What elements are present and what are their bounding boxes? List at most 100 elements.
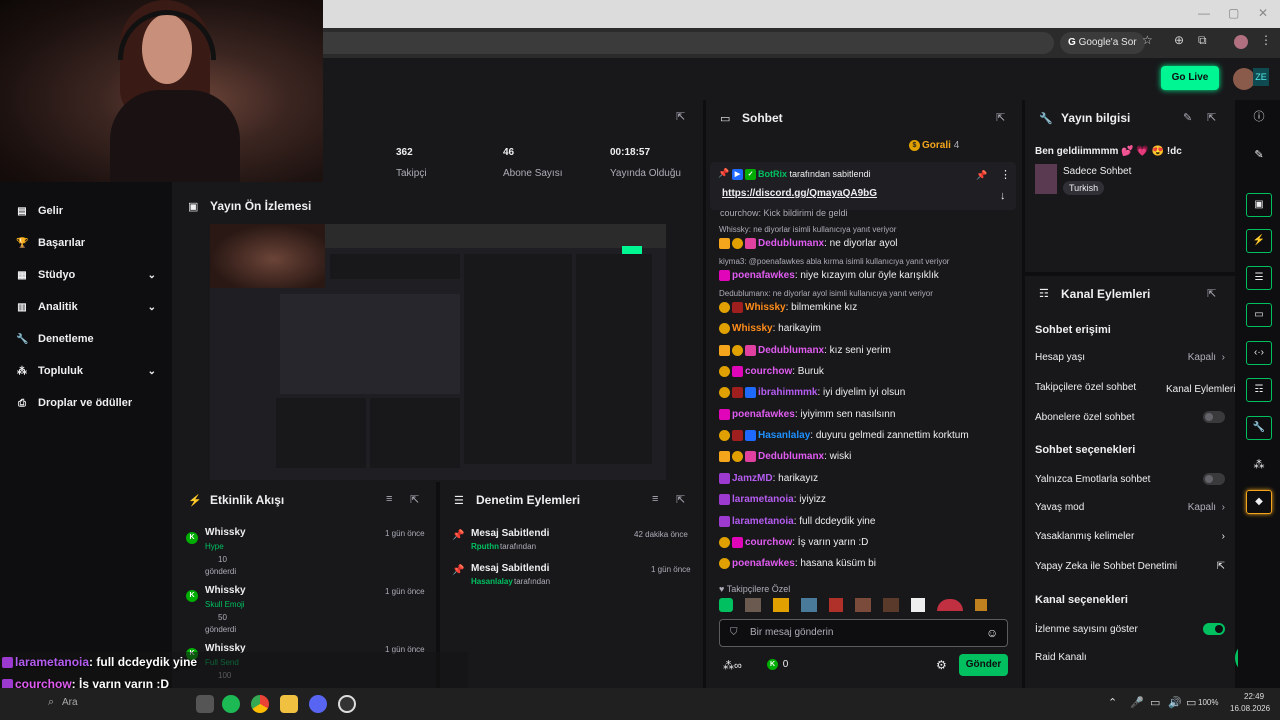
chat-message[interactable]: Hasanlalay: duyuru gelmedi zannettim kor…	[719, 430, 969, 441]
chat-username[interactable]: poenafawkes	[732, 409, 795, 420]
slow-mode-row[interactable]: Yavaş mod Kapalı ›	[1035, 502, 1225, 513]
subscriber-only-row[interactable]: Abonelere özel sohbet	[1035, 411, 1225, 423]
popout-icon[interactable]: ⇱	[676, 493, 685, 506]
chat-message[interactable]: poenafawkes: hasana küsüm bi	[719, 558, 876, 569]
edit-pencil-icon[interactable]: ✎	[1183, 111, 1192, 124]
banned-words-row[interactable]: Yasaklanmış kelimeler ›	[1035, 531, 1225, 542]
show-viewer-count-toggle[interactable]	[1203, 623, 1225, 635]
bookmark-star-icon[interactable]: ☆	[1142, 33, 1153, 47]
emoji-icon[interactable]: ☺	[986, 626, 998, 640]
taskbar-search[interactable]: Ara	[62, 697, 78, 708]
chat-message[interactable]: Whissky: harikayim	[719, 323, 821, 334]
chat-message[interactable]: ibrahimmmk: iyi diyelim iyi olsun	[719, 387, 905, 398]
chat-username[interactable]: Dedublumanx	[758, 345, 824, 356]
emote-6-icon[interactable]	[855, 598, 871, 612]
emote-8-icon[interactable]	[911, 598, 925, 612]
pinned-message[interactable]: 📌 ▶ ✓ BotRix tarafından sabitlendi https:/…	[710, 162, 1016, 210]
community-icon[interactable]: ⁂∞	[723, 659, 742, 672]
chat-message[interactable]: larametanoia: iyiyizz	[719, 494, 826, 505]
chat-username[interactable]: larametanoia	[732, 516, 794, 527]
popout-icon[interactable]: ⇱	[996, 111, 1005, 124]
sidebar-item[interactable]: 🔧 Denetleme	[16, 329, 156, 349]
emote-5-icon[interactable]	[829, 598, 843, 612]
emote-1-icon[interactable]	[719, 598, 733, 612]
popout-icon[interactable]: ⇱	[1207, 287, 1216, 300]
chat-username[interactable]: Whissky	[745, 302, 786, 313]
chat-message[interactable]: poenafawkes: iyiyimm sen nasılsınn	[719, 409, 895, 420]
battery-icon[interactable]: ▭	[1186, 696, 1196, 709]
sidebar-item[interactable]: ⎙ Droplar ve ödüller	[16, 393, 156, 413]
pinned-link[interactable]: https://discord.gg/QmayaQA9bG	[722, 188, 877, 199]
chat-toggle-icon[interactable]: ▭	[1246, 303, 1272, 327]
sidebar-item[interactable]: ▥ Analitik ⌄	[16, 297, 156, 317]
wrench-toggle-icon[interactable]: 🔧	[1246, 416, 1272, 440]
code-toggle-icon[interactable]: ‹·›	[1246, 341, 1272, 365]
preview-toggle-icon[interactable]: ▣	[1246, 193, 1272, 217]
chat-username[interactable]: larametanoia	[732, 494, 794, 505]
list-toggle-icon[interactable]: ☰	[1246, 266, 1272, 290]
chat-message[interactable]: courchow: Buruk	[719, 366, 824, 377]
modlog-user[interactable]: Hasanlalay	[471, 577, 513, 586]
chat-message[interactable]: Dedublumanx: wiski	[719, 451, 851, 462]
emote-9-icon[interactable]	[937, 599, 963, 611]
emote-4-icon[interactable]	[801, 598, 817, 612]
chat-username[interactable]: courchow	[745, 366, 792, 377]
filter-icon[interactable]: ≡	[652, 493, 658, 505]
minimize-icon[interactable]: —	[1198, 6, 1210, 20]
sidebar-item[interactable]: ▦ Stüdyo ⌄	[16, 265, 156, 285]
emote-7-icon[interactable]	[883, 598, 899, 612]
lightning-toggle-icon[interactable]: ⚡	[1246, 229, 1272, 253]
user-avatar[interactable]	[1233, 68, 1255, 90]
emote-10-icon[interactable]	[975, 599, 987, 611]
sidebar-item[interactable]: ⁂ Topluluk ⌄	[16, 361, 156, 381]
chat-username[interactable]: poenafawkes	[732, 558, 795, 569]
tray-chevron-icon[interactable]: ⌃	[1108, 696, 1117, 709]
chat-username[interactable]: ibrahimmmk	[758, 387, 817, 398]
account-age-row[interactable]: Hesap yaşı Kapalı ›	[1035, 352, 1225, 363]
settings-gear-icon[interactable]: ⚙	[936, 658, 947, 672]
chat-message[interactable]: poenafawkes: niye kızayım olur öyle karı…	[719, 270, 939, 281]
unpin-icon[interactable]: 📌	[976, 170, 987, 181]
chat-message[interactable]: Dedublumanx: kız seni yerim	[719, 345, 891, 356]
chat-username[interactable]: Whissky	[732, 323, 773, 334]
extensions-icon[interactable]: ⧉	[1198, 33, 1207, 48]
chat-message[interactable]: larametanoia: full dcdeydik yine	[719, 516, 875, 527]
activity-user[interactable]: Whissky	[205, 527, 246, 538]
filter-icon[interactable]: ≡	[386, 493, 392, 505]
taskbar-app-icon[interactable]	[196, 695, 214, 713]
chat-username[interactable]: Dedublumanx	[758, 451, 824, 462]
chat-message[interactable]: courchow: İş varın yarın :D	[719, 537, 868, 548]
emote-only-toggle[interactable]	[1203, 473, 1225, 485]
kebab-icon[interactable]: ⋮	[1000, 168, 1011, 181]
info-icon[interactable]: ⓘ	[1246, 105, 1272, 129]
chat-message[interactable]: JamzMD: harikayız	[719, 473, 818, 484]
popout-icon[interactable]: ⇱	[410, 493, 419, 506]
tag-pill[interactable]: Turkish	[1063, 181, 1105, 195]
close-window-icon[interactable]: ✕	[1258, 6, 1268, 20]
spotify-icon[interactable]	[222, 695, 240, 713]
emote-only-row[interactable]: Yalnızca Emotlarla sohbet	[1035, 473, 1225, 485]
raid-channel-row[interactable]: Raid Kanalı	[1035, 652, 1225, 663]
emote-3-icon[interactable]	[773, 598, 789, 612]
modlog-user[interactable]: Rputhn	[471, 542, 499, 551]
chat-username[interactable]: JamzMD	[732, 473, 773, 484]
activity-user[interactable]: Whissky	[205, 585, 246, 596]
community-toggle-icon[interactable]: ⁂	[1246, 453, 1272, 477]
kebab-menu-icon[interactable]: ⋮	[1260, 33, 1272, 47]
sidebar-item[interactable]: ▤ Gelir	[16, 201, 156, 221]
chat-input[interactable]: ⛉ Bir mesaj gönderin ☺	[719, 619, 1008, 647]
google-ask-button[interactable]: G Google'a Sor	[1060, 32, 1145, 54]
add-widget-icon[interactable]: ◆	[1246, 490, 1272, 514]
chat-message[interactable]: Dedublumanx: ne diyorlar ayol	[719, 238, 898, 249]
channel-actions-toggle-icon[interactable]: ☶	[1246, 378, 1272, 402]
category-name[interactable]: Sadece Sohbet	[1063, 166, 1131, 177]
chat-message[interactable]: Whissky: bilmemkine kız	[719, 302, 857, 313]
subscriber-only-toggle[interactable]	[1203, 411, 1225, 423]
stream-preview-video[interactable]	[210, 224, 666, 480]
popout-icon[interactable]: ⇱	[1207, 111, 1216, 124]
ai-moderation-row[interactable]: Yapay Zeka ile Sohbet Denetimi ⇱	[1035, 561, 1225, 572]
expand-arrow-icon[interactable]: ↓	[1000, 190, 1006, 202]
chat-username[interactable]: courchow	[745, 537, 792, 548]
vpn-icon[interactable]: ⊕	[1174, 33, 1184, 47]
pencil-icon[interactable]: ✎	[1246, 143, 1272, 167]
